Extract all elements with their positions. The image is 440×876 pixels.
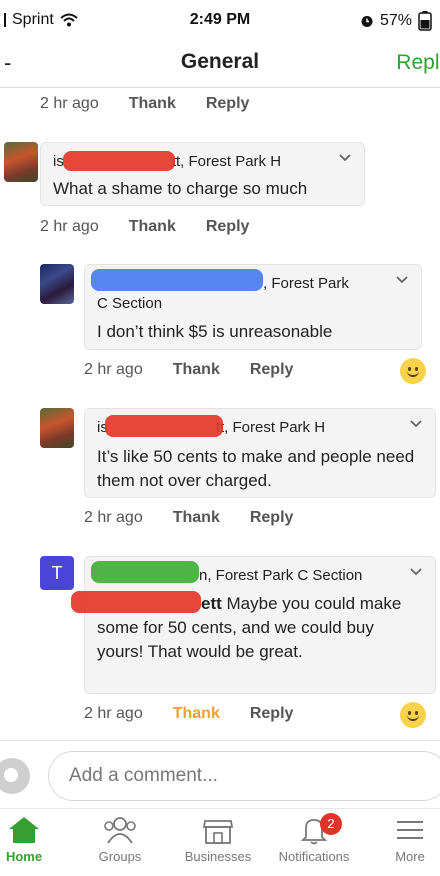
avatar[interactable]	[40, 264, 74, 304]
tab-label: Businesses	[184, 849, 252, 864]
header-reply-button[interactable]: Reply	[396, 51, 440, 75]
chevron-down-icon[interactable]	[395, 275, 409, 285]
comment-time: 2 hr ago	[84, 509, 143, 526]
chevron-down-icon[interactable]	[338, 153, 352, 163]
groups-icon	[104, 817, 136, 844]
comment-meta: 2 hr ago Thank Reply	[84, 705, 293, 723]
comment-meta: 2 hr ago Thank Reply	[40, 218, 249, 236]
reply-button[interactable]: Reply	[250, 705, 294, 723]
comment-author-line2: C Section	[97, 295, 163, 312]
author-name: tt, Forest Park H	[171, 153, 282, 170]
comment-input[interactable]	[48, 751, 440, 801]
avatar[interactable]	[4, 142, 38, 182]
battery-percent: 57%	[379, 12, 412, 29]
comment-meta: 2 hr ago Thank Reply	[40, 95, 249, 113]
tab-label: Home	[5, 849, 43, 864]
thank-button[interactable]: Thank	[129, 95, 176, 113]
comment-text: It’s like 50 cents to make and people ne…	[97, 447, 415, 490]
alarm-icon	[361, 16, 373, 27]
redaction-mark	[63, 151, 175, 171]
hamburger-menu-icon	[397, 821, 423, 839]
comment-composer	[0, 740, 440, 808]
notification-badge: 2	[320, 813, 342, 835]
mention-tag[interactable]: ett	[201, 594, 222, 613]
camera-icon[interactable]	[0, 758, 30, 794]
reply-button[interactable]: Reply	[250, 509, 294, 527]
comment-time: 2 hr ago	[84, 705, 143, 722]
comment-time: 2 hr ago	[84, 361, 143, 378]
tab-home[interactable]: Home	[0, 815, 68, 864]
comment-text: I don’t think $5 is unreasonable	[97, 322, 333, 341]
comment-bubble: , Forest Park C Section I don’t think $5…	[84, 264, 422, 350]
comment-body: Maybe you could make some for 50 cents, …	[97, 594, 402, 661]
page-title: General	[180, 50, 260, 73]
home-icon	[9, 817, 39, 843]
thank-button[interactable]: Thank	[173, 509, 220, 527]
comment-time: 2 hr ago	[40, 218, 99, 235]
comment-author[interactable]: n, Forest Park C Section	[199, 566, 362, 586]
reply-button[interactable]: Reply	[206, 95, 250, 113]
comment-bubble: n, Forest Park C Section ett Maybe you c…	[71, 556, 436, 694]
comment-bubble: is tt, Forest Park H It’s like 50 cents t…	[84, 408, 436, 498]
redaction-mark	[105, 415, 223, 437]
comment-bubble: is tt, Forest Park H What a shame to char…	[40, 142, 365, 206]
avatar[interactable]	[40, 408, 74, 448]
thank-button[interactable]: Thank	[173, 361, 220, 379]
status-bar: Sprint 2:49 PM 57%	[0, 0, 440, 40]
storefront-icon	[202, 820, 234, 844]
tab-label: Groups	[98, 849, 142, 864]
comment-meta: 2 hr ago Thank Reply	[84, 361, 293, 379]
author-name: tt, Forest Park H	[215, 419, 326, 436]
chevron-down-icon[interactable]	[409, 567, 423, 577]
reply-button[interactable]: Reply	[206, 218, 250, 236]
comment-author[interactable]: , Forest Park	[263, 274, 349, 294]
comment-time: 2 hr ago	[40, 95, 99, 112]
avatar[interactable]: T	[40, 556, 74, 590]
tab-label: More	[395, 849, 425, 864]
thank-button[interactable]: Thank	[173, 705, 220, 723]
comment-text: What a shame to charge so much	[53, 179, 308, 198]
chevron-down-icon[interactable]	[409, 419, 423, 429]
tab-businesses[interactable]: Businesses	[174, 815, 262, 864]
reaction-smiley-icon[interactable]	[400, 702, 426, 728]
redaction-mark	[91, 561, 199, 583]
comment-meta: 2 hr ago Thank Reply	[84, 509, 293, 527]
reply-button[interactable]: Reply	[250, 361, 294, 379]
battery-icon	[418, 11, 432, 31]
redaction-mark	[91, 269, 263, 291]
tab-groups[interactable]: Groups	[76, 815, 164, 864]
tab-bar: Home Groups Businesses 2 Notifications M…	[0, 808, 440, 876]
reaction-smiley-icon[interactable]	[400, 358, 426, 384]
comment-text: ett Maybe you could make some for 50 cen…	[97, 592, 417, 664]
thank-button[interactable]: Thank	[129, 218, 176, 236]
tab-label: Notifications	[278, 849, 350, 864]
header: - General Reply	[0, 40, 440, 88]
tab-more[interactable]: More	[366, 815, 440, 864]
status-right: 57%	[360, 11, 432, 31]
tab-notifications[interactable]: 2 Notifications	[270, 813, 358, 864]
